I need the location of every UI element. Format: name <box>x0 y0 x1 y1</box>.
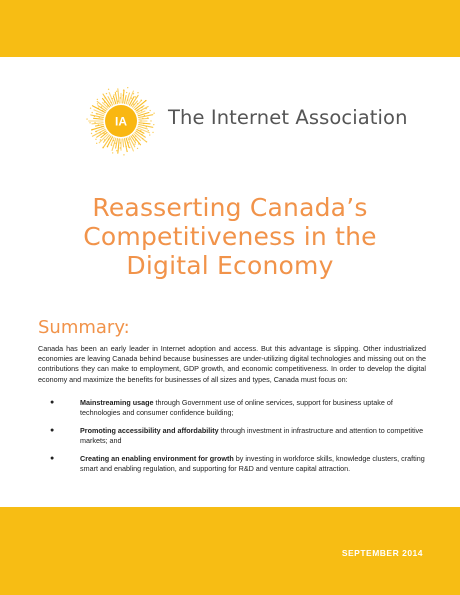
ia-logo-sunburst-icon: IA <box>86 86 156 156</box>
publication-date: SEPTEMBER 2014 <box>341 548 423 558</box>
document-title: Reasserting Canada’s Competitiveness in … <box>40 193 420 280</box>
bullet-icon: ● <box>50 454 55 462</box>
bullet-bold-lead: Promoting accessibility and affordabilit… <box>80 425 219 435</box>
bullet-bold-lead: Mainstreaming usage <box>80 398 154 407</box>
title-line: Reasserting Canada’s <box>92 193 368 222</box>
focus-bullet-list: ● Mainstreaming usage through Government… <box>38 398 426 482</box>
list-item: ● Promoting accessibility and affordabil… <box>38 426 426 446</box>
organization-name: The Internet Association <box>168 106 408 129</box>
summary-paragraph: Canada has been an early leader in Inter… <box>38 344 426 384</box>
title-line: Competitiveness in the <box>83 222 377 251</box>
title-line: Digital Economy <box>126 251 334 280</box>
list-item: ● Mainstreaming usage through Government… <box>38 398 426 418</box>
summary-heading: Summary: <box>38 317 130 338</box>
bullet-icon: ● <box>50 426 55 434</box>
top-color-band <box>0 0 460 57</box>
logo-mark-text: IA <box>115 115 127 129</box>
bullet-bold-lead: Creating an enabling environment for gro… <box>80 453 234 463</box>
list-item: ● Creating an enabling environment for g… <box>38 454 426 474</box>
bullet-icon: ● <box>50 399 55 406</box>
